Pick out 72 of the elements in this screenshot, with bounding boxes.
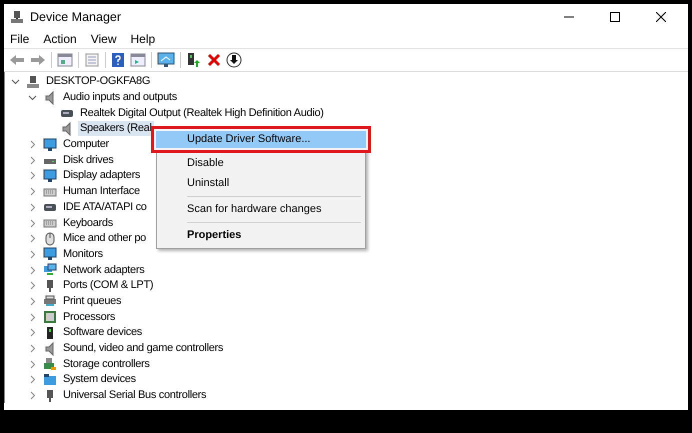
menu-item[interactable]: View	[90, 32, 116, 46]
add-driver-icon[interactable]	[186, 52, 202, 68]
back-icon[interactable]	[9, 53, 25, 67]
tree-item[interactable]: Mice and other po	[61, 231, 148, 246]
tree-item[interactable]: DESKTOP-OGKFA8G	[44, 74, 152, 90]
tree-item[interactable]: Audio inputs and outputs	[61, 90, 179, 106]
mouse-icon	[43, 232, 57, 246]
expand-icon[interactable]	[28, 296, 37, 306]
tree-item[interactable]: IDE ATA/ATAPI co	[61, 200, 149, 215]
monitor-icon	[43, 247, 57, 262]
expand-icon[interactable]	[28, 281, 37, 290]
tree-item[interactable]: Network adapters	[61, 262, 146, 278]
monitor-icon	[43, 138, 57, 152]
tree-item[interactable]: Storage controllers	[61, 356, 152, 372]
monitor-icon	[43, 168, 57, 183]
expand-icon[interactable]	[28, 202, 37, 212]
storage-icon	[43, 357, 57, 372]
expand-icon[interactable]	[28, 140, 37, 150]
menu-item[interactable]: Help	[130, 32, 156, 46]
menu-item[interactable]: Properties	[159, 226, 363, 245]
expand-icon[interactable]	[28, 250, 37, 259]
list-icon[interactable]	[84, 53, 100, 67]
expand-icon[interactable]	[28, 360, 37, 369]
tree-item[interactable]: System devices	[61, 372, 138, 388]
tree-item[interactable]: Keyboards	[61, 216, 115, 231]
menu-item[interactable]: Action	[43, 32, 77, 46]
expand-icon[interactable]	[28, 187, 37, 196]
tree-item[interactable]: Software devices	[61, 325, 144, 340]
tree-item[interactable]: Disk drives	[61, 152, 116, 168]
expand-icon[interactable]	[28, 344, 37, 354]
tree-item[interactable]: Realtek Digital Output (Realtek High Definition Audio)	[78, 106, 326, 121]
menu-item[interactable]: Disable	[159, 154, 363, 173]
tree-item[interactable]: Human Interface	[61, 184, 142, 200]
expand-icon[interactable]	[28, 328, 37, 338]
computer-icon	[10, 10, 24, 24]
menu-item[interactable]: Uninstall	[159, 174, 363, 193]
tree-item[interactable]: Processors	[61, 310, 118, 325]
expand-icon[interactable]	[28, 171, 37, 180]
menu-item[interactable]: Update Driver Software...	[151, 126, 371, 153]
expand-icon[interactable]	[28, 391, 37, 400]
tree-item[interactable]: Print queues	[61, 294, 124, 309]
expand-icon[interactable]	[28, 218, 37, 228]
menu-item[interactable]: File	[10, 32, 30, 46]
window-title: Device Manager	[30, 10, 122, 24]
expand-icon[interactable]	[28, 312, 37, 322]
tree-item[interactable]: Ports (COM & LPT)	[61, 278, 156, 294]
tree-item[interactable]: Monitors	[61, 246, 105, 262]
expand-icon[interactable]	[28, 375, 37, 384]
monitor-icon[interactable]	[157, 52, 175, 68]
maximize-icon[interactable]	[610, 12, 620, 22]
network-icon	[43, 263, 57, 278]
forward-icon[interactable]	[30, 53, 46, 67]
collapse-icon[interactable]	[28, 93, 37, 102]
window-icon[interactable]	[130, 53, 146, 67]
delete-icon[interactable]	[207, 53, 221, 67]
printer-icon	[43, 294, 57, 308]
tree-item[interactable]: Sound, video and game controllers	[61, 341, 226, 356]
help-icon[interactable]	[111, 53, 125, 67]
collapse-icon[interactable]	[11, 77, 20, 86]
expand-icon[interactable]	[28, 234, 37, 244]
window-icon[interactable]	[57, 53, 73, 67]
expand-icon[interactable]	[28, 156, 37, 165]
chip-icon	[43, 310, 57, 324]
folder-icon	[43, 372, 57, 387]
menu-item[interactable]: Scan for hardware changes	[159, 200, 363, 219]
tree-item[interactable]: Universal Serial Bus controllers	[61, 388, 208, 404]
close-icon[interactable]	[656, 12, 666, 22]
computer-icon	[26, 74, 40, 89]
tree-item[interactable]: Display adapters	[61, 168, 142, 184]
tree-item[interactable]: Computer	[61, 137, 111, 152]
expand-icon[interactable]	[28, 266, 37, 275]
download-icon[interactable]	[226, 52, 242, 68]
